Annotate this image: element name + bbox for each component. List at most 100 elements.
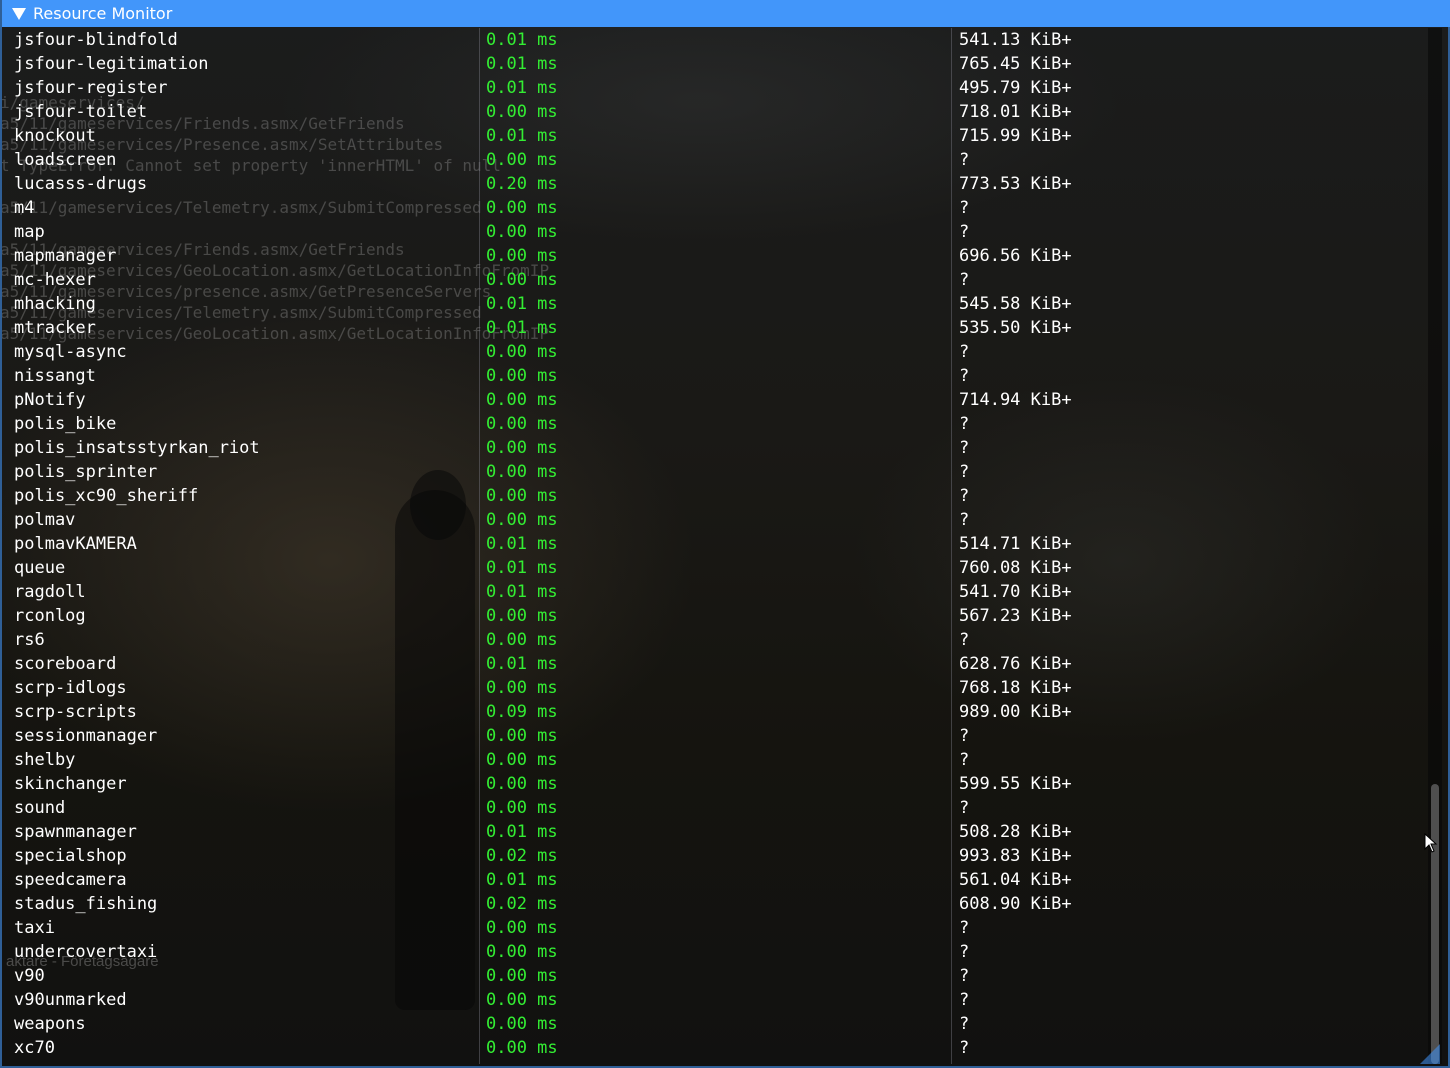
- resource-row: jsfour-legitimation 0.01 ms 765.45 KiB+: [4, 52, 1428, 76]
- collapse-arrow-icon[interactable]: [12, 7, 26, 20]
- resize-grip-icon[interactable]: [1420, 1044, 1440, 1064]
- resource-row: mysql-async 0.00 ms?: [4, 340, 1428, 364]
- resource-row: knockout 0.01 ms 715.99 KiB+: [4, 124, 1428, 148]
- resource-row: specialshop 0.02 ms 993.83 KiB+: [4, 844, 1428, 868]
- resource-memory: 714.94 KiB+: [959, 390, 1072, 410]
- resource-name: scrp-scripts: [14, 702, 137, 722]
- resource-memory: 718.01 KiB+: [959, 102, 1072, 122]
- resource-memory: ?: [959, 150, 970, 170]
- resource-name: sessionmanager: [14, 726, 158, 746]
- resource-row: scrp-scripts 0.09 ms 989.00 KiB+: [4, 700, 1428, 724]
- resource-row: mapmanager 0.00 ms 696.56 KiB+: [4, 244, 1428, 268]
- resource-name: polis_insatsstyrkan_riot: [14, 438, 260, 458]
- resource-memory: 768.18 KiB+: [959, 678, 1072, 698]
- resource-name: specialshop: [14, 846, 127, 866]
- resource-memory: 628.76 KiB+: [959, 654, 1072, 674]
- resource-cpu-time: 0.01 ms: [486, 558, 558, 578]
- resource-name: queue: [14, 558, 66, 578]
- resource-memory: ?: [959, 630, 970, 650]
- resource-memory: ?: [959, 1014, 970, 1034]
- resource-memory: 495.79 KiB+: [959, 78, 1072, 98]
- resource-memory: 760.08 KiB+: [959, 558, 1072, 578]
- resource-cpu-time: 0.00 ms: [486, 198, 558, 218]
- resource-cpu-time: 0.01 ms: [486, 822, 558, 842]
- resource-memory: ?: [959, 1038, 970, 1058]
- resource-memory: 765.45 KiB+: [959, 54, 1072, 74]
- resource-memory: 561.04 KiB+: [959, 870, 1072, 890]
- resource-row: polis_insatsstyrkan_riot 0.00 ms?: [4, 436, 1428, 460]
- resource-cpu-time: 0.00 ms: [486, 486, 558, 506]
- resource-row: sessionmanager 0.00 ms?: [4, 724, 1428, 748]
- window-title: Resource Monitor: [33, 4, 173, 23]
- resource-name: mysql-async: [14, 342, 127, 362]
- resource-cpu-time: 0.00 ms: [486, 102, 558, 122]
- resource-cpu-time: 0.00 ms: [486, 966, 558, 986]
- resource-memory: ?: [959, 750, 970, 770]
- resource-row: skinchanger 0.00 ms 599.55 KiB+: [4, 772, 1428, 796]
- resource-cpu-time: 0.00 ms: [486, 366, 558, 386]
- resource-cpu-time: 0.01 ms: [486, 54, 558, 74]
- resource-cpu-time: 0.01 ms: [486, 870, 558, 890]
- resource-row: m4 0.00 ms?: [4, 196, 1428, 220]
- resource-memory: ?: [959, 486, 970, 506]
- resource-memory: ?: [959, 510, 970, 530]
- resource-memory: 599.55 KiB+: [959, 774, 1072, 794]
- resource-row: speedcamera 0.01 ms 561.04 KiB+: [4, 868, 1428, 892]
- resource-row: mhacking 0.01 ms 545.58 KiB+: [4, 292, 1428, 316]
- resource-row: lucasss-drugs 0.20 ms 773.53 KiB+: [4, 172, 1428, 196]
- resource-name: jsfour-register: [14, 78, 168, 98]
- resource-name: jsfour-legitimation: [14, 54, 209, 74]
- resource-name: sound: [14, 798, 66, 818]
- resource-row: jsfour-toilet 0.00 ms 718.01 KiB+: [4, 100, 1428, 124]
- resource-cpu-time: 0.00 ms: [486, 414, 558, 434]
- resource-name: map: [14, 222, 45, 242]
- resource-memory: ?: [959, 462, 970, 482]
- resource-row: polmav 0.00 ms?: [4, 508, 1428, 532]
- resource-cpu-time: 0.00 ms: [486, 606, 558, 626]
- resource-memory: ?: [959, 198, 970, 218]
- resource-name: m4: [14, 198, 35, 218]
- window-titlebar[interactable]: Resource Monitor: [2, 0, 1450, 27]
- resource-memory: 696.56 KiB+: [959, 246, 1072, 266]
- resource-cpu-time: 0.01 ms: [486, 534, 558, 554]
- resource-row: jsfour-register 0.01 ms 495.79 KiB+: [4, 76, 1428, 100]
- resource-name: mc-hexer: [14, 270, 96, 290]
- resource-name: polmav: [14, 510, 76, 530]
- resource-memory: ?: [959, 942, 970, 962]
- resource-memory: ?: [959, 798, 970, 818]
- column-separator-cpu[interactable]: [479, 28, 480, 1064]
- resource-memory: ?: [959, 222, 970, 242]
- resource-cpu-time: 0.00 ms: [486, 1014, 558, 1034]
- resource-cpu-time: 0.00 ms: [486, 510, 558, 530]
- resource-cpu-time: 0.01 ms: [486, 126, 558, 146]
- resource-memory: ?: [959, 726, 970, 746]
- resource-cpu-time: 0.00 ms: [486, 150, 558, 170]
- resource-row: map 0.00 ms?: [4, 220, 1428, 244]
- resource-name: polmavKAMERA: [14, 534, 137, 554]
- resource-row: undercovertaxi 0.00 ms?: [4, 940, 1428, 964]
- resource-cpu-time: 0.00 ms: [486, 918, 558, 938]
- resource-memory: 715.99 KiB+: [959, 126, 1072, 146]
- scrollbar-thumb[interactable]: [1431, 784, 1439, 1064]
- resource-row: v90unmarked 0.00 ms?: [4, 988, 1428, 1012]
- resource-cpu-time: 0.01 ms: [486, 78, 558, 98]
- resource-name: speedcamera: [14, 870, 127, 890]
- column-separator-memory[interactable]: [951, 28, 952, 1064]
- resource-cpu-time: 0.02 ms: [486, 894, 558, 914]
- resource-row: v90 0.00 ms?: [4, 964, 1428, 988]
- resource-memory: ?: [959, 342, 970, 362]
- resource-row: loadscreen 0.00 ms?: [4, 148, 1428, 172]
- resource-row: stadus_fishing 0.02 ms 608.90 KiB+: [4, 892, 1428, 916]
- resource-name: polis_sprinter: [14, 462, 158, 482]
- resource-memory: 541.13 KiB+: [959, 30, 1072, 50]
- resource-cpu-time: 0.01 ms: [486, 654, 558, 674]
- resource-memory: 545.58 KiB+: [959, 294, 1072, 314]
- resource-memory: ?: [959, 990, 970, 1010]
- resource-cpu-time: 0.00 ms: [486, 798, 558, 818]
- resource-name: rs6: [14, 630, 45, 650]
- resource-memory: 567.23 KiB+: [959, 606, 1072, 626]
- vertical-scrollbar[interactable]: [1428, 28, 1442, 1064]
- resource-row: shelby 0.00 ms?: [4, 748, 1428, 772]
- resource-row: sound 0.00 ms?: [4, 796, 1428, 820]
- resource-name: stadus_fishing: [14, 894, 158, 914]
